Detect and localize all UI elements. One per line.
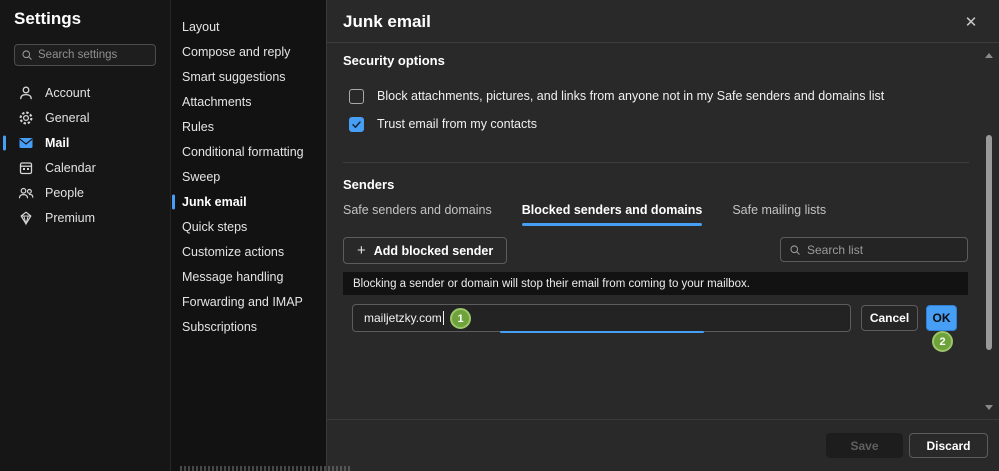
- sidebar-item-label: Calendar: [45, 160, 96, 175]
- nav-item-junk-email[interactable]: Junk email: [171, 189, 326, 214]
- nav-item-layout[interactable]: Layout: [171, 14, 326, 39]
- info-text: Blocking a sender or domain will stop th…: [353, 277, 750, 290]
- nav-item-forwarding-and-imap[interactable]: Forwarding and IMAP: [171, 289, 326, 314]
- nav-item-label: Sweep: [182, 169, 221, 184]
- background-text-sliver: [180, 466, 352, 471]
- nav-item-label: Customize actions: [182, 244, 285, 259]
- tab-blocked-senders-and-domains[interactable]: Blocked senders and domains: [521, 203, 703, 226]
- settings-sidebar: Settings Account General: [0, 0, 170, 471]
- blocked-sender-value: mailjetzky.com: [364, 311, 442, 325]
- tab-label: Safe senders and domains: [343, 203, 492, 217]
- settings-dialog: Settings Account General: [0, 0, 999, 471]
- nav-item-smart-suggestions[interactable]: Smart suggestions: [171, 64, 326, 89]
- nav-item-label: Quick steps: [182, 219, 248, 234]
- security-options-heading: Security options: [343, 53, 445, 68]
- nav-item-conditional-formatting[interactable]: Conditional formatting: [171, 139, 326, 164]
- sidebar-item-premium[interactable]: Premium: [0, 205, 170, 230]
- tab-safe-senders-and-domains[interactable]: Safe senders and domains: [343, 203, 492, 226]
- nav-item-label: Rules: [182, 119, 214, 134]
- junk-email-panel: Junk email ✕ Security options Block atta…: [326, 0, 999, 471]
- panel-title: Junk email: [343, 12, 431, 31]
- sidebar-item-label: Mail: [45, 135, 70, 150]
- tab-safe-mailing-lists[interactable]: Safe mailing lists: [732, 203, 826, 226]
- nav-item-rules[interactable]: Rules: [171, 114, 326, 139]
- sidebar-item-label: General: [45, 110, 90, 125]
- close-button[interactable]: ✕: [961, 12, 981, 32]
- panel-header: Junk email ✕: [327, 0, 999, 43]
- search-icon: [21, 49, 33, 61]
- nav-item-customize-actions[interactable]: Customize actions: [171, 239, 326, 264]
- checkbox-label: Trust email from my contacts: [377, 117, 537, 131]
- mail-icon: [18, 135, 34, 151]
- senders-tabs: Safe senders and domains Blocked senders…: [343, 203, 826, 226]
- nav-item-label: Layout: [182, 19, 220, 34]
- scrollbar-thumb[interactable]: [986, 135, 992, 350]
- text-caret: [442, 311, 444, 325]
- nav-item-compose-and-reply[interactable]: Compose and reply: [171, 39, 326, 64]
- nav-item-label: Forwarding and IMAP: [182, 294, 303, 309]
- sidebar-item-label: People: [45, 185, 84, 200]
- trust-contacts-checkbox[interactable]: [349, 116, 364, 132]
- sidebar-item-account[interactable]: Account: [0, 80, 170, 105]
- settings-search-input[interactable]: [38, 49, 149, 61]
- cancel-button[interactable]: Cancel: [861, 305, 918, 331]
- annotation-step-2: 2: [932, 331, 953, 352]
- mail-settings-nav: Layout Compose and reply Smart suggestio…: [170, 0, 326, 471]
- sidebar-item-mail[interactable]: Mail: [0, 130, 170, 155]
- nav-item-quick-steps[interactable]: Quick steps: [171, 214, 326, 239]
- section-divider: [343, 162, 969, 163]
- sidebar-item-general[interactable]: General: [0, 105, 170, 130]
- checkbox-row-block-attachments: Block attachments, pictures, and links f…: [349, 87, 884, 105]
- settings-search-box[interactable]: [14, 44, 156, 66]
- tab-label: Blocked senders and domains: [521, 203, 703, 217]
- settings-category-nav: Account General Mail Calendar People Pre…: [0, 80, 170, 230]
- footer-divider: [327, 419, 999, 420]
- settings-heading: Settings: [14, 9, 82, 28]
- people-icon: [18, 185, 34, 201]
- nav-item-label: Subscriptions: [182, 319, 258, 334]
- sidebar-item-label: Account: [45, 85, 91, 100]
- nav-item-label: Compose and reply: [182, 44, 291, 59]
- scroll-down-arrow[interactable]: [985, 405, 993, 410]
- nav-item-label: Smart suggestions: [182, 69, 286, 84]
- add-blocked-sender-label: Add blocked sender: [373, 243, 494, 258]
- blocking-info-banner: Blocking a sender or domain will stop th…: [343, 272, 968, 295]
- scroll-up-arrow[interactable]: [985, 53, 993, 58]
- nav-item-label: Message handling: [182, 269, 284, 284]
- sidebar-item-people[interactable]: People: [0, 180, 170, 205]
- search-list-input[interactable]: [807, 242, 959, 257]
- blocked-sender-input[interactable]: mailjetzky.com: [352, 304, 851, 333]
- add-blocked-sender-button[interactable]: + Add blocked sender: [343, 237, 508, 264]
- save-button[interactable]: Save: [826, 433, 903, 458]
- sidebar-item-calendar[interactable]: Calendar: [0, 155, 170, 180]
- sidebar-item-label: Premium: [45, 210, 96, 225]
- ok-button[interactable]: OK: [926, 305, 957, 331]
- search-list-box[interactable]: [780, 237, 968, 262]
- gear-icon: [18, 110, 34, 126]
- person-icon: [18, 85, 34, 101]
- nav-item-message-handling[interactable]: Message handling: [171, 264, 326, 289]
- checkmark-icon: [352, 120, 361, 128]
- annotation-step-1: 1: [450, 308, 471, 329]
- checkbox-label: Block attachments, pictures, and links f…: [377, 89, 885, 103]
- search-icon: [789, 244, 801, 256]
- selected-indicator: [172, 194, 175, 209]
- senders-heading: Senders: [343, 177, 395, 192]
- nav-item-label: Attachments: [182, 94, 252, 109]
- selected-indicator: [3, 135, 6, 150]
- plus-icon: +: [357, 242, 366, 259]
- discard-button[interactable]: Discard: [909, 433, 988, 458]
- checkbox-row-trust-contacts: Trust email from my contacts: [349, 115, 537, 133]
- tab-label: Safe mailing lists: [732, 203, 827, 217]
- focus-underline: [499, 331, 704, 333]
- nav-item-sweep[interactable]: Sweep: [171, 164, 326, 189]
- nav-item-attachments[interactable]: Attachments: [171, 89, 326, 114]
- nav-item-label: Conditional formatting: [182, 144, 304, 159]
- nav-item-subscriptions[interactable]: Subscriptions: [171, 314, 326, 339]
- active-tab-indicator: [521, 223, 703, 226]
- calendar-icon: [18, 160, 34, 176]
- diamond-icon: [18, 210, 34, 226]
- block-attachments-checkbox[interactable]: [349, 88, 364, 104]
- nav-item-label: Junk email: [182, 194, 247, 209]
